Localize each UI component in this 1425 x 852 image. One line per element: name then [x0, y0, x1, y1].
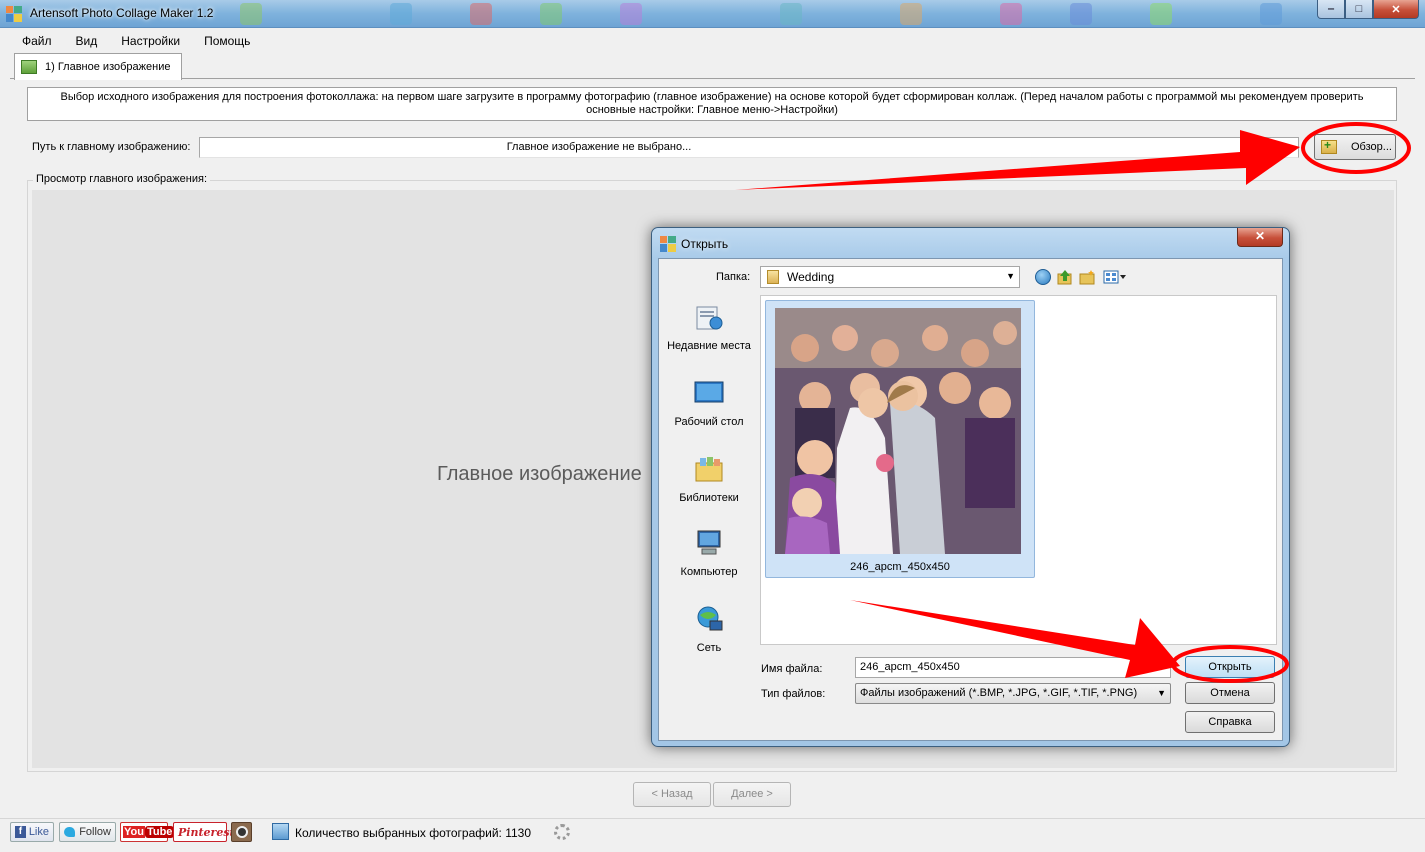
chevron-down-icon: ▼ [1157, 688, 1166, 698]
file-name-label: Имя файла: [761, 663, 823, 675]
preview-placeholder: Главное изображение не выбрано [437, 463, 647, 485]
up-folder-icon[interactable] [1057, 269, 1073, 285]
youtube-logo-tube: Tube [144, 826, 175, 838]
menu-view[interactable]: Вид [62, 30, 108, 52]
folder-label: Папка: [716, 271, 751, 283]
titlebar-decoration-icon [1000, 3, 1022, 25]
network-icon [697, 606, 723, 631]
app-icon [6, 6, 22, 22]
file-item[interactable]: 246_арсm_450x450 [765, 300, 1035, 578]
titlebar-decoration-icon [620, 3, 642, 25]
preview-group-label: Просмотр главного изображения: [33, 173, 211, 185]
computer-icon [697, 530, 721, 555]
file-type-label: Тип файлов: [761, 688, 826, 700]
place-label: Недавние места [667, 340, 751, 352]
loading-spinner-icon [554, 824, 570, 840]
tab-main-image[interactable]: 1) Главное изображение [14, 53, 182, 80]
tab-strip: 1) Главное изображение [10, 53, 1415, 80]
facebook-icon: f [15, 826, 26, 838]
titlebar-decoration-icon [1260, 3, 1282, 25]
youtube-button[interactable]: You Tube [120, 822, 175, 842]
menu-settings[interactable]: Настройки [107, 30, 190, 52]
youtube-logo-you: You [123, 826, 145, 838]
place-desktop[interactable]: Рабочий стол [659, 379, 759, 429]
back-icon[interactable] [1035, 269, 1051, 285]
instagram-icon [235, 826, 248, 838]
app-icon [660, 236, 676, 252]
titlebar-decoration-icon [390, 3, 412, 25]
close-button[interactable]: ✕ [1373, 0, 1419, 19]
file-thumbnail [775, 308, 1021, 554]
dialog-close-button[interactable]: ✕ [1237, 228, 1283, 247]
folder-value: Wedding [787, 270, 835, 284]
places-bar: Недавние места Рабочий стол Библиотеки К… [659, 295, 759, 675]
facebook-label: Like [28, 826, 49, 838]
menu-bar: Файл Вид Настройки Помощь [8, 30, 260, 52]
file-name-value: 246_арсm_450x450 [860, 661, 960, 673]
libraries-icon [695, 457, 723, 482]
place-label: Рабочий стол [674, 416, 744, 428]
place-network[interactable]: Сеть [659, 605, 759, 655]
path-field[interactable]: Главное изображение не выбрано... [199, 137, 1299, 158]
view-menu-icon[interactable] [1103, 269, 1127, 285]
open-button[interactable]: Открыть [1185, 656, 1275, 678]
wedding-photo-thumbnail [775, 308, 1021, 554]
window-title: Artensoft Photo Collage Maker 1.2 [30, 6, 214, 20]
window-controls: ‒ □ ✕ [1317, 0, 1419, 20]
back-button[interactable]: < Назад [633, 782, 711, 807]
titlebar-decoration-icon [780, 3, 802, 25]
titlebar-decoration-icon [540, 3, 562, 25]
twitter-follow-button[interactable]: Follow [59, 822, 116, 842]
menu-help[interactable]: Помощь [190, 30, 260, 52]
titlebar-decoration-icon [470, 3, 492, 25]
help-button[interactable]: Справка [1185, 711, 1275, 733]
title-bar[interactable]: Artensoft Photo Collage Maker 1.2 ‒ □ ✕ [0, 0, 1425, 28]
folder-select[interactable]: Wedding ▼ [760, 266, 1020, 288]
next-button[interactable]: Далее > [713, 782, 791, 807]
place-libraries[interactable]: Библиотеки [659, 455, 759, 505]
pinterest-button[interactable]: Pinterest [173, 822, 235, 842]
place-label: Библиотеки [679, 492, 739, 504]
recent-places-icon [696, 306, 723, 330]
chevron-down-icon[interactable]: ▼ [1157, 658, 1166, 677]
place-computer[interactable]: Компьютер [659, 529, 759, 579]
place-label: Компьютер [680, 566, 738, 578]
instagram-button[interactable] [231, 822, 252, 842]
file-type-select[interactable]: Файлы изображений (*.BMP, *.JPG, *.GIF, … [855, 683, 1171, 704]
menu-file[interactable]: Файл [8, 30, 62, 52]
file-item-label: 246_арсm_450x450 [850, 561, 950, 573]
minimize-button[interactable]: ‒ [1317, 0, 1345, 19]
dialog-title: Открыть [681, 237, 729, 251]
photo-count: Количество выбранных фотографий: 1130 [295, 826, 532, 840]
info-text: Выбор исходного изображения для построен… [27, 87, 1397, 121]
twitter-label: Follow [79, 826, 111, 838]
file-list[interactable]: 246_арсm_450x450 [760, 295, 1277, 645]
open-dialog: Открыть ✕ Папка: Wedding ▼ Недавние мест… [651, 227, 1290, 747]
twitter-icon [64, 827, 76, 837]
cancel-button[interactable]: Отмена [1185, 682, 1275, 704]
facebook-like-button[interactable]: f Like [10, 822, 54, 842]
titlebar-decoration-icon [900, 3, 922, 25]
folder-add-icon [1321, 138, 1337, 154]
new-folder-icon[interactable] [1079, 269, 1095, 285]
file-type-value: Файлы изображений (*.BMP, *.JPG, *.GIF, … [860, 687, 1138, 699]
photos-icon [272, 823, 289, 840]
titlebar-decoration-icon [240, 3, 262, 25]
maximize-button[interactable]: □ [1345, 0, 1373, 19]
desktop-icon [694, 381, 724, 403]
tab-label: 1) Главное изображение [45, 61, 171, 73]
titlebar-decoration-icon [1070, 3, 1092, 25]
place-recent[interactable]: Недавние места [659, 303, 759, 353]
browse-button[interactable]: Обзор... [1314, 134, 1396, 160]
file-name-input[interactable]: 246_арсm_450x450 ▼ [855, 657, 1171, 678]
chevron-down-icon: ▼ [1006, 271, 1015, 281]
browse-button-label: Обзор... [1351, 141, 1392, 153]
dialog-body: Папка: Wedding ▼ Недавние места Рабочий … [658, 258, 1283, 741]
place-label: Сеть [696, 642, 722, 654]
image-icon [21, 60, 37, 74]
path-label: Путь к главному изображению: [32, 141, 191, 153]
titlebar-decoration-icon [1150, 3, 1172, 25]
folder-icon [767, 270, 779, 284]
